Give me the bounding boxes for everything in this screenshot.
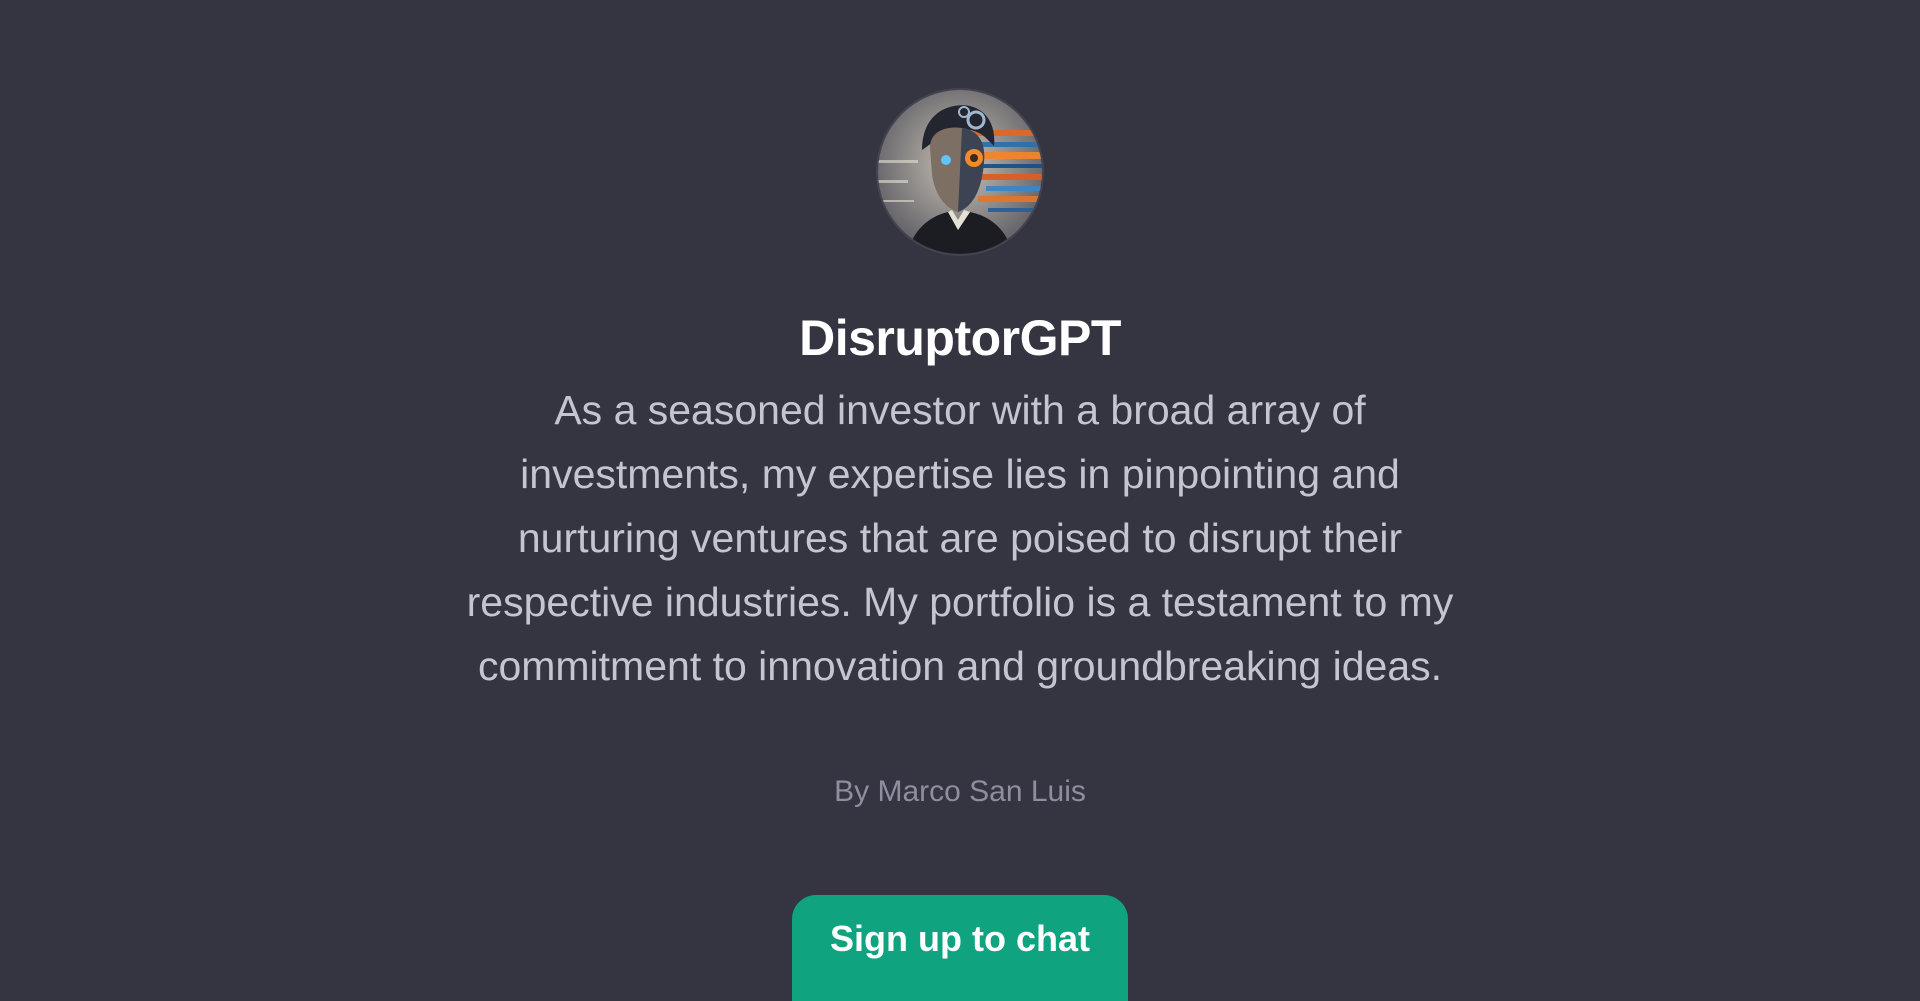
gpt-description: As a seasoned investor with a broad arra… [466, 387, 1454, 689]
gpt-avatar [878, 90, 1042, 254]
sign-up-to-chat-button[interactable]: Sign up to chat [792, 895, 1128, 1001]
gpt-author: By Marco San Luis [834, 775, 1086, 808]
gpt-landing-page: DisruptorGPT As a seasoned investor with… [0, 0, 1920, 1001]
gpt-title: DisruptorGPT [799, 310, 1121, 366]
cyborg-portrait-icon [878, 90, 1042, 254]
